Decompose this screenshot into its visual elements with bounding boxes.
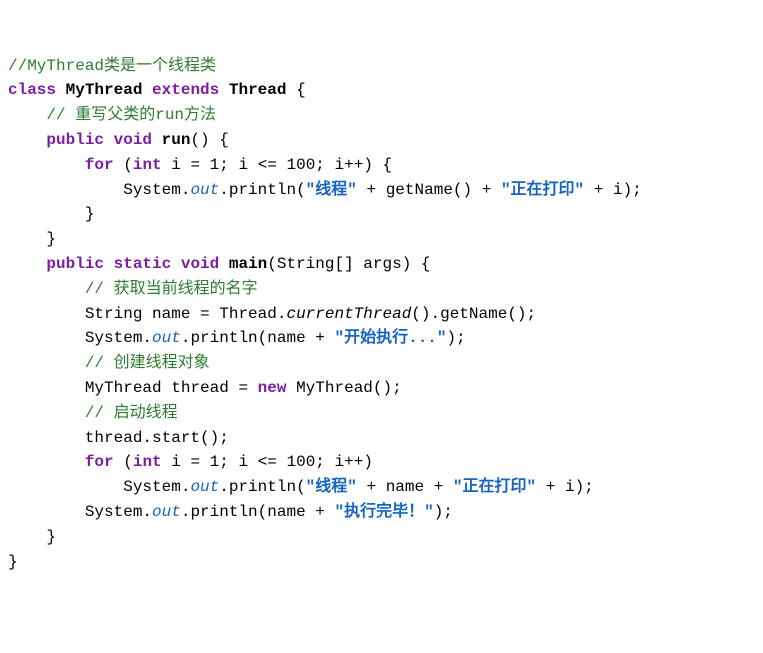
code-block: //MyThread类是一个线程类 class MyThread extends… <box>8 54 755 575</box>
call-println: .println( <box>219 478 305 496</box>
comment-line: // 重写父类的run方法 <box>46 106 216 124</box>
keyword-public: public <box>46 131 104 149</box>
stmt-end: ); <box>447 329 466 347</box>
string-lit: "线程" <box>306 478 357 496</box>
keyword-for: for <box>85 453 114 471</box>
keyword-extends: extends <box>152 81 219 99</box>
keyword-void: void <box>181 255 219 273</box>
brace: } <box>85 205 95 223</box>
paren: ( <box>123 453 133 471</box>
op-plus: + <box>584 181 613 199</box>
keyword-public: public <box>46 255 104 273</box>
var-i: i <box>335 453 345 471</box>
brace: } <box>8 553 18 571</box>
id-system: System. <box>85 503 152 521</box>
init: = 1; <box>181 453 239 471</box>
method-main: main <box>229 255 267 273</box>
string-lit: "执行完毕！" <box>334 503 433 521</box>
call-getname: getName() <box>386 181 472 199</box>
brace: } <box>46 230 56 248</box>
var-i: i <box>238 156 248 174</box>
base-class: Thread <box>229 81 287 99</box>
var-i: i <box>565 478 575 496</box>
cond: <= 100; <box>248 453 334 471</box>
call-println: .println( <box>219 181 305 199</box>
parens: () <box>190 131 209 149</box>
var-name: name <box>267 329 305 347</box>
keyword-for: for <box>85 156 114 174</box>
stmt-end: ); <box>434 503 453 521</box>
op-eq: = <box>190 305 219 323</box>
call-tail: ().getName(); <box>411 305 536 323</box>
keyword-void: void <box>114 131 152 149</box>
init: = 1; <box>181 156 239 174</box>
op-plus: + <box>424 478 453 496</box>
keyword-class: class <box>8 81 56 99</box>
inc: ++ <box>344 453 363 471</box>
call-println: .println( <box>181 503 267 521</box>
id-system: System. <box>85 329 152 347</box>
id-mythread: MyThread <box>85 379 162 397</box>
id-string: String <box>85 305 143 323</box>
brace: { <box>219 131 229 149</box>
op-plus: + <box>306 329 335 347</box>
field-out: out <box>190 181 219 199</box>
call-currentthread: currentThread <box>286 305 411 323</box>
string-lit: "开始执行..." <box>334 329 446 347</box>
cond: <= 100; <box>248 156 334 174</box>
keyword-new: new <box>258 379 287 397</box>
var-thread: thread <box>171 379 229 397</box>
stmt-end: ); <box>623 181 642 199</box>
op-plus: + <box>357 181 386 199</box>
stmt-end: ); <box>575 478 594 496</box>
brace: { <box>383 156 393 174</box>
op-eq: = <box>229 379 258 397</box>
string-lit: "线程" <box>306 181 357 199</box>
string-lit: "正在打印" <box>501 181 584 199</box>
comment-line: //MyThread类是一个线程类 <box>8 57 216 75</box>
var-i: i <box>238 453 248 471</box>
main-params: (String[] args) <box>267 255 411 273</box>
brace: { <box>296 81 306 99</box>
var-name: name <box>267 503 305 521</box>
keyword-int: int <box>133 453 162 471</box>
field-out: out <box>152 503 181 521</box>
paren: ) <box>363 453 373 471</box>
paren: ) <box>363 156 373 174</box>
var-name: name <box>386 478 424 496</box>
call-start: thread.start(); <box>85 429 229 447</box>
comment-line: // 创建线程对象 <box>85 354 210 372</box>
class-name: MyThread <box>66 81 143 99</box>
field-out: out <box>152 329 181 347</box>
id-system: System. <box>123 478 190 496</box>
op-plus: + <box>472 181 501 199</box>
var-i: i <box>335 156 345 174</box>
var-i: i <box>171 156 181 174</box>
inc: ++ <box>344 156 363 174</box>
call-println: .println( <box>181 329 267 347</box>
brace: { <box>421 255 431 273</box>
id-system: System. <box>123 181 190 199</box>
op-plus: + <box>357 478 386 496</box>
id-thread-class: Thread. <box>219 305 286 323</box>
method-run: run <box>162 131 191 149</box>
keyword-int: int <box>133 156 162 174</box>
var-name: name <box>152 305 190 323</box>
paren: ( <box>123 156 133 174</box>
var-i: i <box>171 453 181 471</box>
ctor-call: MyThread(); <box>296 379 402 397</box>
keyword-static: static <box>114 255 172 273</box>
op-plus: + <box>306 503 335 521</box>
op-plus: + <box>536 478 565 496</box>
comment-line: // 启动线程 <box>85 404 178 422</box>
var-i: i <box>613 181 623 199</box>
comment-line: // 获取当前线程的名字 <box>85 280 258 298</box>
string-lit: "正在打印" <box>453 478 536 496</box>
brace: } <box>46 528 56 546</box>
field-out: out <box>190 478 219 496</box>
